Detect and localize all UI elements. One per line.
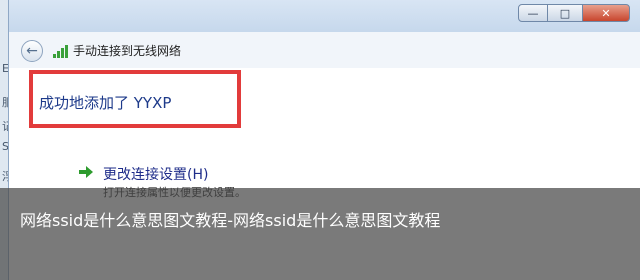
caption-text: 网络ssid是什么意思图文教程-网络ssid是什么意思图文教程 — [20, 211, 441, 230]
maximize-button[interactable]: □ — [547, 4, 583, 22]
window-controls: — □ ✕ — [518, 4, 630, 24]
close-button[interactable]: ✕ — [582, 4, 630, 22]
signal-bars-icon — [53, 44, 69, 58]
back-arrow-icon[interactable]: ← — [21, 40, 43, 62]
dialog-title: 手动连接到无线网络 — [73, 44, 182, 58]
change-settings-link[interactable]: 更改连接设置(H) — [103, 164, 208, 184]
caption-overlay: 网络ssid是什么意思图文教程-网络ssid是什么意思图文教程 — [0, 188, 640, 280]
window-titlebar[interactable]: — □ ✕ — [9, 0, 640, 33]
green-arrow-icon — [79, 166, 93, 178]
dialog-header: ← 手动连接到无线网络 — [9, 32, 640, 68]
minimize-button[interactable]: — — [518, 4, 548, 22]
success-message: 成功地添加了 YYXP — [39, 94, 172, 112]
